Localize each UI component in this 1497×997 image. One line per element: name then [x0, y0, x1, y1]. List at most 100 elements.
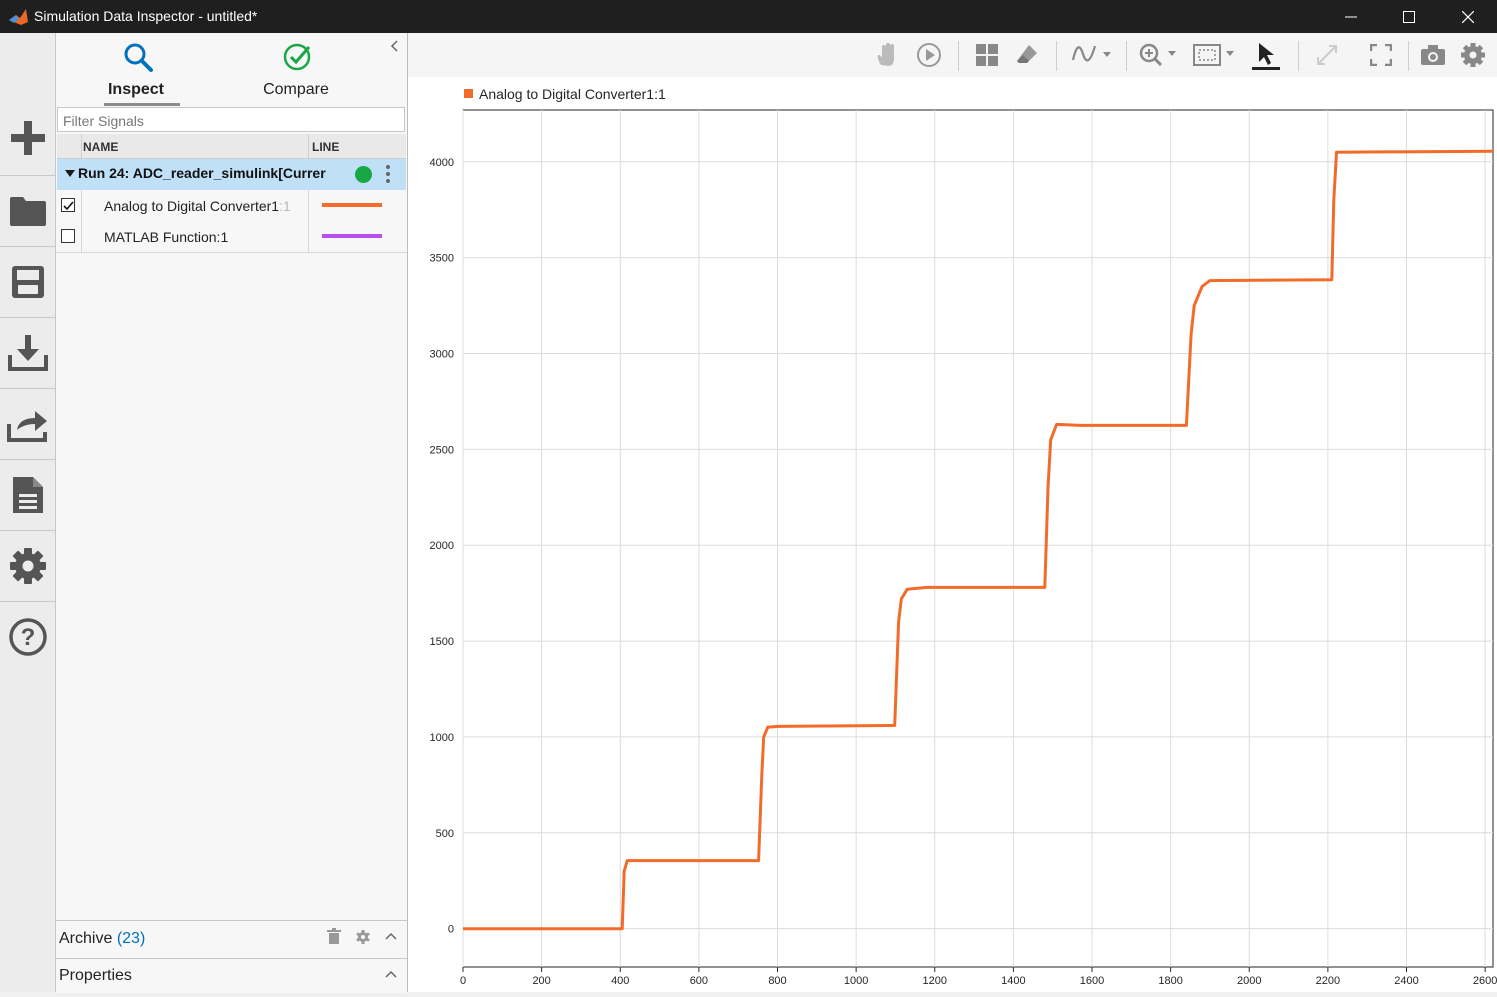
properties-label: Properties	[59, 967, 132, 984]
minimize-button[interactable]	[1322, 0, 1380, 33]
plot-area[interactable]: 0 200 400 600 800 1000 1200 1400 1600 1800 2000 220…	[408, 77, 1497, 992]
grid-layout-icon	[976, 44, 998, 66]
archive-count: (23)	[116, 930, 146, 947]
fit-view-icon	[1193, 44, 1234, 66]
import-button[interactable]	[0, 318, 55, 388]
zoom-in-icon	[1139, 43, 1176, 67]
run-menu-icon[interactable]	[385, 164, 391, 184]
x-tick-label: 1400	[1001, 975, 1025, 987]
expand-diagonal-icon	[1317, 45, 1337, 65]
fit-to-view-button[interactable]	[1192, 41, 1240, 69]
run-row[interactable]: Run 24: ADC_reader_simulink[Currer	[57, 159, 406, 190]
x-tick-label: 1800	[1158, 975, 1182, 987]
play-button[interactable]	[914, 41, 944, 69]
maximize-button[interactable]	[1380, 0, 1438, 33]
y-tick-label: 1000	[430, 732, 454, 744]
signal-chart[interactable]: 0 200 400 600 800 1000 1200 1400 1600 1800 2000 220…	[408, 77, 1497, 992]
export-button[interactable]	[0, 389, 55, 459]
gear-icon	[1461, 43, 1485, 67]
signal-checkbox[interactable]	[61, 229, 75, 243]
open-button[interactable]	[0, 176, 55, 246]
snapshot-button[interactable]	[1418, 41, 1448, 69]
save-button[interactable]	[0, 247, 55, 317]
x-tick-label: 2600	[1473, 975, 1497, 987]
close-button[interactable]	[1439, 0, 1497, 33]
run-status-icon	[355, 166, 372, 183]
hand-icon	[877, 43, 894, 66]
cursor-button[interactable]	[1251, 41, 1281, 70]
maximize-icon	[1403, 10, 1415, 23]
minimize-icon	[1345, 16, 1357, 17]
plot-toolbar	[408, 33, 1497, 77]
fullscreen-button[interactable]	[1366, 41, 1396, 69]
report-button[interactable]	[0, 460, 55, 530]
tab-inspect-label: Inspect	[107, 81, 164, 98]
pan-button[interactable]	[871, 41, 901, 69]
x-tick-label: 2000	[1237, 975, 1261, 987]
x-tick-label: 800	[768, 975, 786, 987]
signal-row[interactable]: MATLAB Function:1	[57, 221, 406, 252]
chevron-up-icon[interactable]	[385, 970, 397, 978]
tab-compare[interactable]: Compare	[256, 33, 336, 105]
x-tick-label: 600	[690, 975, 708, 987]
plus-icon	[10, 121, 45, 155]
new-button[interactable]	[0, 103, 55, 173]
eraser-icon	[1017, 45, 1037, 63]
archive-section[interactable]: Archive (23)	[56, 920, 407, 953]
signal-name: MATLAB Function:1	[104, 229, 229, 245]
run-label: Run 24: ADC_reader_simulink[Currer	[78, 165, 326, 181]
expand-button[interactable]	[1312, 41, 1342, 69]
active-tab-indicator	[104, 103, 180, 106]
signals-panel: Inspect Compare Filter Signals NAME LINE…	[56, 33, 408, 993]
check-circle-icon	[283, 43, 311, 71]
name-column-header[interactable]: NAME	[83, 140, 118, 154]
search-icon	[124, 43, 153, 72]
signal-line-swatch[interactable]	[322, 203, 382, 207]
signal-checkbox[interactable]	[61, 198, 75, 212]
trash-icon[interactable]	[327, 928, 341, 944]
help-icon: ?	[8, 618, 47, 656]
chevron-up-icon[interactable]	[385, 932, 397, 940]
share-icon	[6, 411, 47, 442]
help-button[interactable]: ?	[0, 602, 55, 672]
y-tick-label: 2000	[430, 540, 454, 552]
legend-swatch	[464, 89, 473, 98]
save-icon	[11, 266, 44, 298]
download-icon	[7, 335, 48, 371]
signal-row[interactable]: Analog to Digital Converter1:1	[57, 190, 406, 252]
x-tick-label: 1000	[844, 975, 868, 987]
zoom-button[interactable]	[1138, 41, 1182, 69]
x-tick-label: 2400	[1394, 975, 1418, 987]
legend-label: Analog to Digital Converter1:1	[479, 86, 666, 102]
data-cursor-icon	[1252, 43, 1280, 70]
y-tick-label: 3000	[430, 348, 454, 360]
collapse-panel-icon[interactable]	[390, 40, 400, 52]
signal-table-header: NAME LINE	[57, 134, 406, 159]
collapse-run-icon[interactable]	[65, 170, 75, 178]
tab-inspect[interactable]: Inspect	[96, 33, 180, 106]
svg-text:?: ?	[20, 624, 35, 651]
x-tick-label: 2200	[1316, 975, 1340, 987]
camera-icon	[1421, 45, 1445, 65]
y-tick-label: 500	[436, 828, 454, 840]
x-tick-label: 200	[532, 975, 550, 987]
y-tick-label: 0	[448, 924, 454, 936]
signal-style-button[interactable]	[1071, 41, 1117, 69]
checkmark-icon	[63, 201, 74, 211]
properties-section[interactable]: Properties	[56, 958, 407, 993]
clear-button[interactable]	[1012, 41, 1042, 69]
x-tick-label: 0	[460, 975, 466, 987]
tab-compare-label: Compare	[263, 81, 329, 98]
layout-button[interactable]	[972, 41, 1002, 69]
x-tick-label: 1600	[1080, 975, 1104, 987]
y-tick-label: 2500	[430, 444, 454, 456]
signal-line-swatch[interactable]	[322, 234, 382, 238]
preferences-button[interactable]	[0, 531, 55, 601]
y-tick-label: 1500	[430, 636, 454, 648]
y-tick-label: 4000	[430, 157, 454, 169]
filter-signals-input[interactable]: Filter Signals	[57, 107, 405, 132]
settings-button[interactable]	[1458, 41, 1488, 69]
archive-label: Archive	[59, 930, 113, 947]
line-column-header[interactable]: LINE	[312, 140, 339, 154]
archive-settings-icon[interactable]	[356, 930, 370, 944]
